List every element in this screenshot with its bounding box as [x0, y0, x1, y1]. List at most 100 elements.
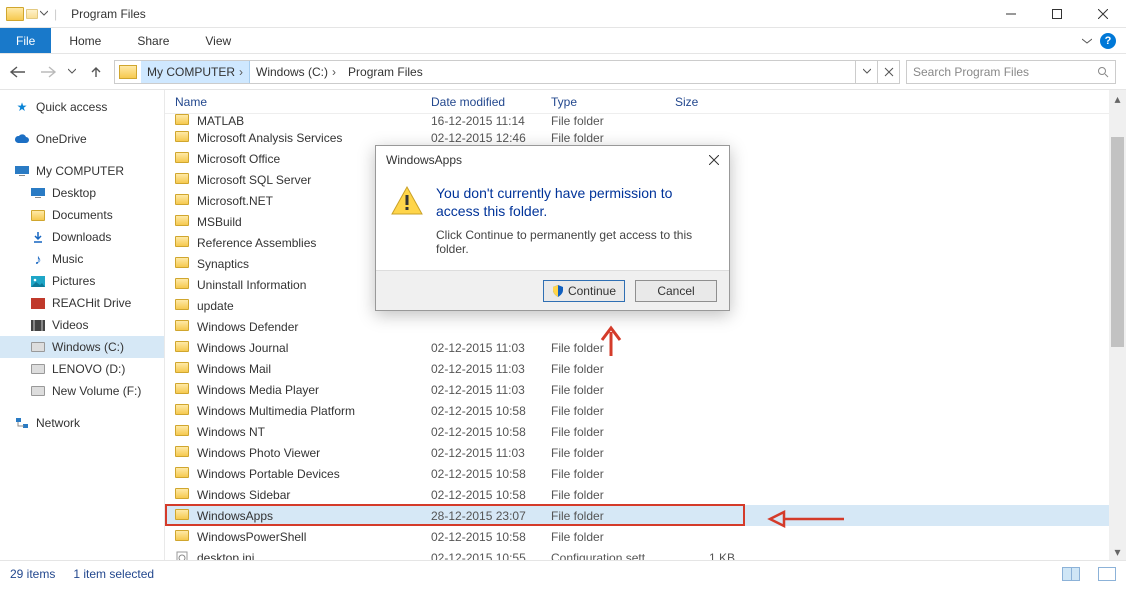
tree-quick-access[interactable]: ★Quick access	[0, 96, 164, 118]
cancel-button[interactable]: Cancel	[635, 280, 717, 302]
list-item[interactable]: Windows Media Player02-12-2015 11:03File…	[165, 379, 1126, 400]
folder-icon	[175, 152, 191, 166]
tree-item-f[interactable]: New Volume (F:)	[0, 380, 164, 402]
list-item[interactable]: Windows Journal02-12-2015 11:03File fold…	[165, 337, 1126, 358]
list-item[interactable]: Windows Multimedia Platform02-12-2015 10…	[165, 400, 1126, 421]
monitor-icon	[14, 164, 30, 178]
folder-icon	[175, 194, 191, 208]
scroll-down-button[interactable]: ▾	[1109, 543, 1126, 560]
list-item[interactable]: WindowsPowerShell02-12-2015 10:58File fo…	[165, 526, 1126, 547]
list-item[interactable]: Windows NT02-12-2015 10:58File folder	[165, 421, 1126, 442]
folder-icon	[175, 425, 191, 439]
minimize-button[interactable]	[988, 0, 1034, 28]
list-item[interactable]: MATLAB16-12-2015 11:14File folder	[165, 114, 1126, 127]
folder-icon	[175, 278, 191, 292]
list-item[interactable]: Windows Portable Devices02-12-2015 10:58…	[165, 463, 1126, 484]
folder-icon	[175, 467, 191, 481]
search-input[interactable]: Search Program Files	[906, 60, 1116, 84]
breadcrumb-folder[interactable]: Program Files	[348, 65, 423, 79]
dialog-headline: You don't currently have permission to a…	[436, 184, 715, 220]
address-bar[interactable]: My COMPUTER› Windows (C:)› Program Files	[114, 60, 900, 84]
drive-icon	[30, 384, 46, 398]
close-icon[interactable]	[709, 155, 719, 165]
tree-item-d[interactable]: LENOVO (D:)	[0, 358, 164, 380]
tree-item-desktop[interactable]: Desktop	[0, 182, 164, 204]
tree-item-c[interactable]: Windows (C:)	[0, 336, 164, 358]
tab-home[interactable]: Home	[51, 28, 119, 53]
search-placeholder: Search Program Files	[913, 65, 1097, 79]
help-icon[interactable]: ?	[1100, 33, 1116, 49]
tree-item-pictures[interactable]: Pictures	[0, 270, 164, 292]
folder-icon	[175, 404, 191, 418]
close-button[interactable]	[1080, 0, 1126, 28]
list-item[interactable]: Windows Mail02-12-2015 11:03File folder	[165, 358, 1126, 379]
list-item[interactable]: Windows Defender	[165, 316, 1126, 337]
folder-icon	[175, 236, 191, 250]
status-bar: 29 items 1 item selected	[0, 560, 1126, 586]
scrollbar[interactable]: ▴ ▾	[1109, 90, 1126, 560]
col-size[interactable]: Size	[675, 95, 735, 109]
tree-my-computer[interactable]: My COMPUTER	[0, 160, 164, 182]
ribbon-expand-icon[interactable]	[1082, 36, 1092, 46]
permission-dialog: WindowsApps You don't currently have per…	[375, 145, 730, 311]
folder-icon	[6, 7, 24, 21]
search-icon	[1097, 66, 1109, 78]
nav-bar: My COMPUTER› Windows (C:)› Program Files…	[0, 54, 1126, 90]
folder-icon	[175, 362, 191, 376]
folder-icon	[175, 257, 191, 271]
folder-icon	[175, 320, 191, 334]
dialog-subtext: Click Continue to permanently get access…	[436, 228, 715, 256]
folder-icon	[175, 488, 191, 502]
scroll-up-button[interactable]: ▴	[1109, 90, 1126, 107]
col-type[interactable]: Type	[551, 95, 675, 109]
tree-onedrive[interactable]: OneDrive	[0, 128, 164, 150]
music-icon: ♪	[30, 252, 46, 266]
details-view-button[interactable]	[1062, 567, 1080, 581]
status-item-count: 29 items	[10, 567, 55, 581]
col-date[interactable]: Date modified	[431, 95, 551, 109]
list-item[interactable]: desktop.ini02-12-2015 10:55Configuration…	[165, 547, 1126, 560]
folder-icon	[175, 383, 191, 397]
tree-item-videos[interactable]: Videos	[0, 314, 164, 336]
tree-item-music[interactable]: ♪Music	[0, 248, 164, 270]
large-icons-view-button[interactable]	[1098, 567, 1116, 581]
breadcrumb-root[interactable]: My COMPUTER	[147, 65, 235, 79]
download-icon	[30, 230, 46, 244]
col-name[interactable]: Name	[175, 95, 431, 109]
recent-locations-button[interactable]	[66, 60, 78, 84]
network-icon	[14, 416, 30, 430]
shield-icon	[552, 285, 564, 297]
ribbon: File Home Share View ?	[0, 28, 1126, 54]
address-dropdown-button[interactable]	[855, 61, 877, 83]
folder-icon	[175, 215, 191, 229]
tab-file[interactable]: File	[0, 28, 51, 53]
folder-icon	[175, 446, 191, 460]
list-item[interactable]: Windows Sidebar02-12-2015 10:58File fold…	[165, 484, 1126, 505]
reachit-icon	[30, 296, 46, 310]
back-button[interactable]	[6, 60, 30, 84]
qat-dropdown-icon[interactable]	[40, 10, 48, 18]
up-button[interactable]	[84, 60, 108, 84]
folder-icon	[175, 131, 191, 145]
tab-view[interactable]: View	[187, 28, 249, 53]
file-icon	[175, 551, 191, 561]
refresh-button[interactable]	[877, 61, 899, 83]
window-title: Program Files	[71, 7, 146, 21]
tree-network[interactable]: Network	[0, 412, 164, 434]
continue-button[interactable]: Continue	[543, 280, 625, 302]
forward-button[interactable]	[36, 60, 60, 84]
maximize-button[interactable]	[1034, 0, 1080, 28]
picture-icon	[30, 274, 46, 288]
scroll-thumb[interactable]	[1111, 137, 1124, 347]
tree-item-documents[interactable]: Documents	[0, 204, 164, 226]
folder-icon	[175, 341, 191, 355]
tree-item-reachit[interactable]: REACHit Drive	[0, 292, 164, 314]
tab-share[interactable]: Share	[119, 28, 187, 53]
folder-icon	[175, 299, 191, 313]
video-icon	[30, 318, 46, 332]
breadcrumb-drive[interactable]: Windows (C:)	[256, 65, 328, 79]
list-item[interactable]: Windows Photo Viewer02-12-2015 11:03File…	[165, 442, 1126, 463]
tree-item-downloads[interactable]: Downloads	[0, 226, 164, 248]
folder-icon	[26, 9, 38, 19]
folder-icon	[175, 114, 191, 128]
